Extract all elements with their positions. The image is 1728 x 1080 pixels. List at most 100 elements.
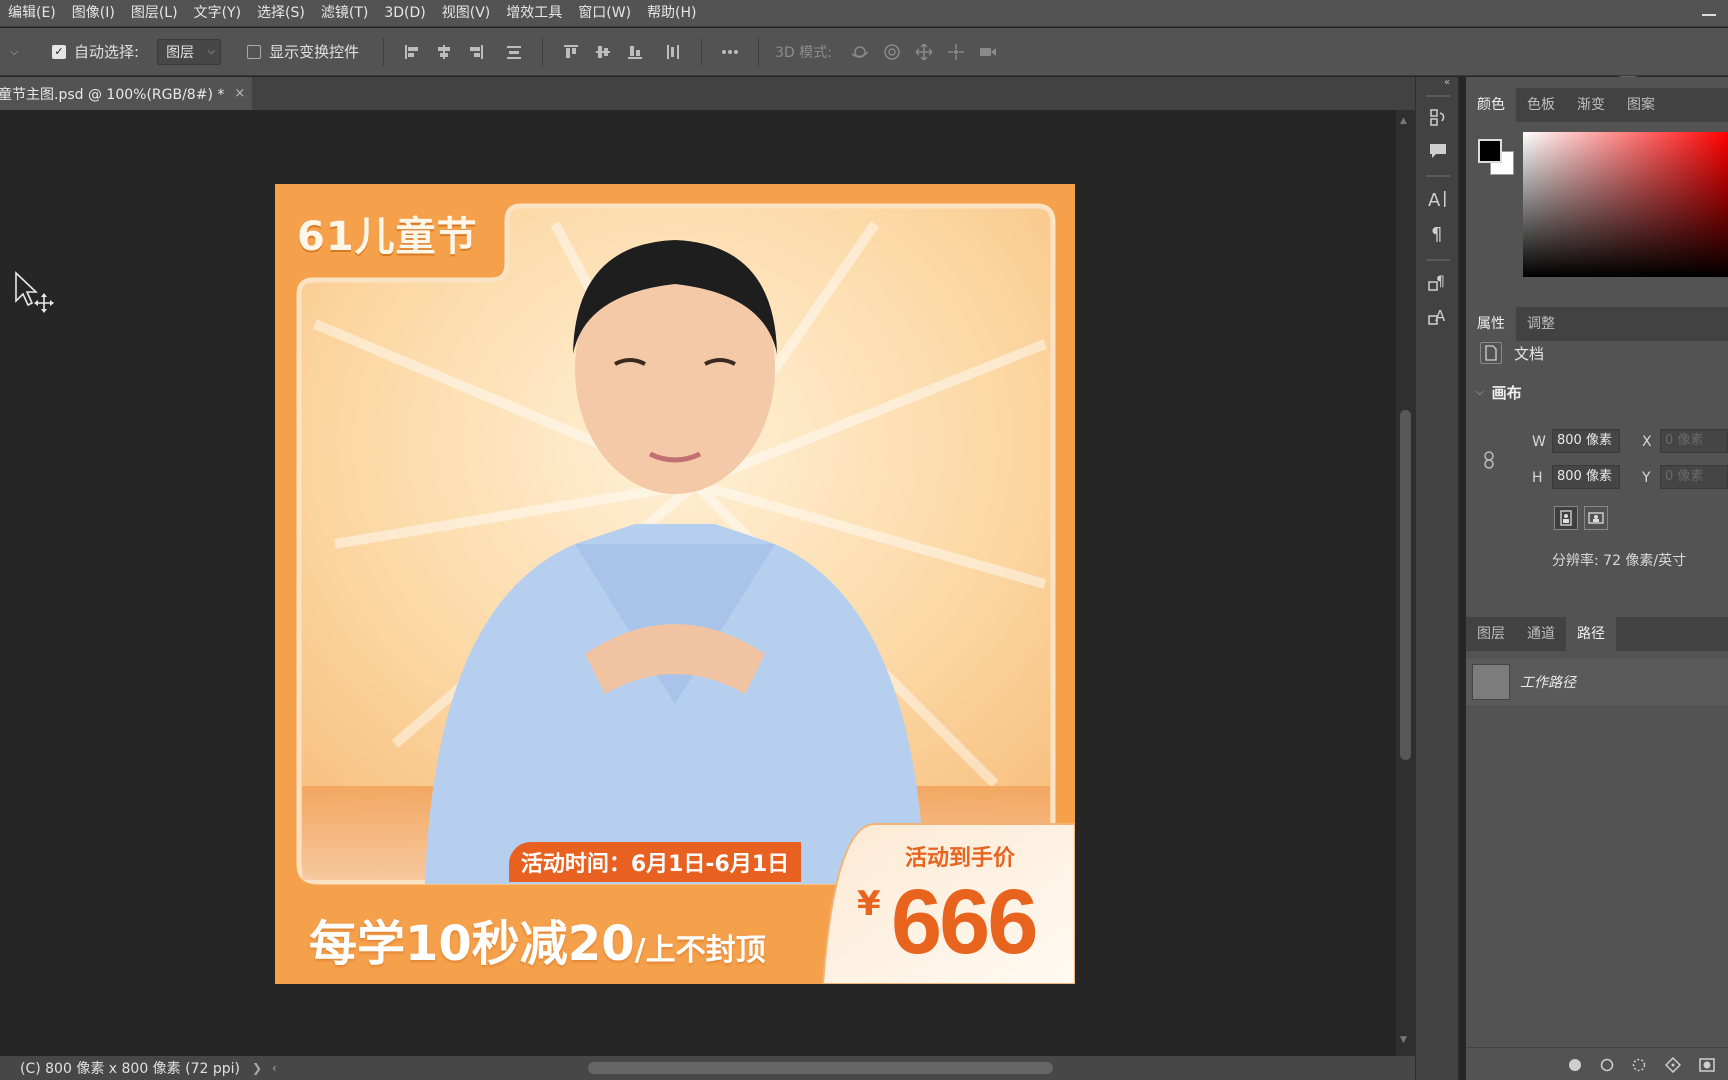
history-icon[interactable] <box>1422 101 1454 133</box>
comments-icon[interactable] <box>1422 135 1454 167</box>
tab-channels[interactable]: 通道 <box>1516 617 1566 651</box>
add-mask-icon[interactable] <box>1698 1056 1716 1074</box>
3d-slide-icon[interactable] <box>940 36 972 68</box>
menu-filter[interactable]: 滤镜(T) <box>313 0 376 27</box>
poster-badge-title: 61儿童节 <box>297 214 478 260</box>
x-field[interactable]: 0 像素 <box>1660 429 1728 453</box>
stroke-path-icon[interactable] <box>1598 1056 1616 1074</box>
align-left-icon[interactable] <box>396 36 428 68</box>
document-icon <box>1480 342 1502 364</box>
tab-color[interactable]: 颜色 <box>1466 88 1516 122</box>
auto-select-target-dropdown[interactable]: 图层 ⌵ <box>157 38 222 65</box>
align-bottom-icon[interactable] <box>619 36 651 68</box>
vertical-scroll-thumb[interactable] <box>1400 410 1411 760</box>
vertical-scrollbar[interactable]: ▲ ▼ <box>1396 110 1415 1056</box>
color-panel-tabs: 颜色 色板 渐变 图案 <box>1466 88 1728 122</box>
menu-plugins[interactable]: 增效工具 <box>498 0 570 27</box>
scroll-up-icon[interactable]: ▲ <box>1400 116 1407 126</box>
align-top-icon[interactable] <box>555 36 587 68</box>
menu-edit[interactable]: 编辑(E) <box>0 0 64 27</box>
show-transform-label: 显示变换控件 <box>269 43 360 61</box>
3d-mode-label: 3D 模式: <box>775 44 832 61</box>
align-right-icon[interactable] <box>460 36 492 68</box>
distribute-vertical-icon[interactable] <box>498 36 530 68</box>
show-transform-checkbox[interactable] <box>247 44 262 59</box>
y-label: Y <box>1642 470 1651 486</box>
make-work-path-icon[interactable] <box>1664 1056 1682 1074</box>
close-icon[interactable]: × <box>234 86 245 101</box>
document-tab[interactable]: 儿童节主图.psd @ 100%(RGB/8#) * × <box>0 77 252 110</box>
document-tab-bar: 儿童节主图.psd @ 100%(RGB/8#) * × <box>0 77 1415 110</box>
auto-select-checkbox[interactable]: ✓ <box>52 44 66 59</box>
poster-slogan-sub: /上不封顶 <box>634 933 766 968</box>
poster-canvas[interactable]: 61儿童节 活动时间：6月1日-6月1日 每学10秒减20/上不封顶 活动到手价… <box>275 184 1075 984</box>
width-field[interactable]: 800 像素 <box>1552 429 1620 453</box>
portrait-orientation-icon[interactable] <box>1554 506 1578 530</box>
paragraph-styles-icon[interactable]: ¶ <box>1422 267 1454 299</box>
status-menu-chevron-icon[interactable]: ❯ <box>252 1061 262 1075</box>
load-as-selection-icon[interactable] <box>1630 1056 1648 1074</box>
y-field[interactable]: 0 像素 <box>1660 465 1728 489</box>
path-list-item[interactable]: 工作路径 <box>1466 659 1728 705</box>
height-label: H <box>1532 470 1543 486</box>
horizontal-scroll-thumb[interactable] <box>588 1062 1053 1074</box>
menu-window[interactable]: 窗口(W) <box>570 0 639 27</box>
character-styles-icon[interactable]: A <box>1422 301 1454 333</box>
tab-paths[interactable]: 路径 <box>1566 617 1616 651</box>
poster-price: 666 <box>891 871 1038 973</box>
menu-view[interactable]: 视图(V) <box>434 0 499 27</box>
status-bar: (C) 800 像素 x 800 像素 (72 ppi) ❯ ‹ <box>0 1056 1415 1080</box>
minimize-icon[interactable] <box>1702 14 1716 16</box>
3d-roll-icon[interactable] <box>876 36 908 68</box>
document-tab-title: 儿童节主图.psd @ 100%(RGB/8#) * <box>0 86 225 103</box>
poster-slogan-main: 每学10秒减20 <box>309 916 635 972</box>
auto-select-label: 自动选择: <box>74 43 140 61</box>
properties-panel-tabs: 属性 调整 <box>1466 307 1728 341</box>
distribute-horizontal-icon[interactable] <box>657 36 689 68</box>
menu-type[interactable]: 文字(Y) <box>186 0 249 27</box>
separator <box>383 37 385 66</box>
menu-help[interactable]: 帮助(H) <box>639 0 704 27</box>
menu-image[interactable]: 图像(I) <box>64 0 123 27</box>
align-middle-v-icon[interactable] <box>587 36 619 68</box>
scroll-left-icon[interactable]: ‹ <box>272 1061 277 1075</box>
tab-layers[interactable]: 图层 <box>1466 617 1516 651</box>
collapse-panels-icon[interactable]: « <box>1444 77 1450 88</box>
separator <box>758 37 760 66</box>
height-field[interactable]: 800 像素 <box>1552 465 1620 489</box>
paragraph-panel-icon[interactable]: ¶ <box>1422 217 1454 249</box>
tab-patterns[interactable]: 图案 <box>1616 88 1666 122</box>
color-picker-field[interactable] <box>1523 132 1728 277</box>
align-center-h-icon[interactable] <box>428 36 460 68</box>
tab-adjustments[interactable]: 调整 <box>1516 307 1566 341</box>
scroll-down-icon[interactable]: ▼ <box>1400 1035 1407 1045</box>
foreground-color-swatch[interactable] <box>1478 139 1502 163</box>
more-options-icon[interactable] <box>714 36 746 68</box>
link-dimensions-icon[interactable] <box>1482 450 1496 470</box>
right-panels: 颜色 色板 渐变 图案 属性 调整 文档 ⌵ 画布 W 800 像素 X 0 像… <box>1466 77 1728 1080</box>
landscape-orientation-icon[interactable] <box>1584 506 1608 530</box>
canvas-section-header[interactable]: ⌵ 画布 <box>1476 382 1522 403</box>
3d-pan-icon[interactable] <box>908 36 940 68</box>
separator <box>542 37 544 66</box>
menu-select[interactable]: 选择(S) <box>249 0 313 27</box>
menu-layer[interactable]: 图层(L) <box>123 0 186 27</box>
separator <box>701 37 703 66</box>
path-name: 工作路径 <box>1520 675 1576 691</box>
document-properties-row: 文档 <box>1480 342 1544 364</box>
fill-path-icon[interactable] <box>1566 1056 1584 1074</box>
tab-gradients[interactable]: 渐变 <box>1566 88 1616 122</box>
character-panel-icon[interactable]: A <box>1422 183 1454 215</box>
tab-swatches[interactable]: 色板 <box>1516 88 1566 122</box>
tab-properties[interactable]: 属性 <box>1466 307 1516 341</box>
menu-3d[interactable]: 3D(D) <box>376 0 433 27</box>
3d-camera-icon[interactable] <box>972 36 1004 68</box>
3d-orbit-icon[interactable] <box>844 36 876 68</box>
chevron-down-icon: ⌵ <box>1476 387 1484 398</box>
canvas-section-title: 画布 <box>1491 384 1522 402</box>
svg-text:A: A <box>1435 307 1446 325</box>
strip-divider <box>1426 95 1450 97</box>
panel-icon-strip: « A ¶ ¶ A <box>1415 77 1459 1080</box>
tool-preset-chevron-icon[interactable]: ⌵ <box>10 45 26 59</box>
strip-divider <box>1426 259 1450 261</box>
